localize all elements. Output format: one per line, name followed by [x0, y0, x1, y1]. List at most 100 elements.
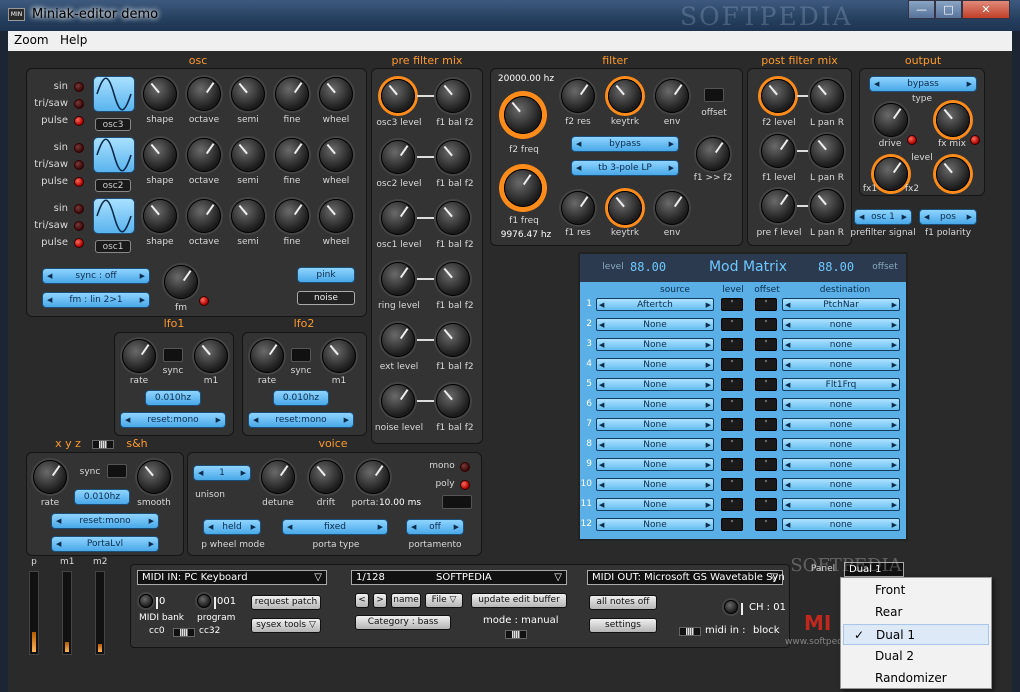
mod-row-3-source[interactable]: ◀ None ▶ [596, 338, 714, 351]
lfo2-reset-select[interactable]: ◀ reset:mono ▶ [248, 412, 354, 428]
fx-mix-knob[interactable] [936, 103, 970, 137]
menu-item-rear[interactable]: Rear [843, 602, 989, 623]
mod-row-1-offset[interactable]: ' [755, 298, 777, 311]
mod-row-8-destination[interactable]: ◀ none ▶ [782, 438, 900, 451]
mod-row-5-level[interactable]: ' [721, 378, 743, 391]
mod-row-10-offset[interactable]: ' [755, 478, 777, 491]
sh-rate-readout[interactable]: 0.010hz [74, 489, 130, 505]
mod-row-5-source[interactable]: ◀ None ▶ [596, 378, 714, 391]
close-button[interactable]: ✕ [962, 0, 1010, 19]
category-select[interactable]: Category : bass [355, 615, 451, 630]
osc1-shape-knob[interactable] [143, 199, 177, 233]
menu-item-dual-2[interactable]: Dual 2 [843, 646, 989, 667]
xyz-toggle[interactable] [92, 440, 114, 449]
pre-balance-3-knob[interactable] [436, 262, 470, 296]
midi-in-block-toggle[interactable] [679, 627, 701, 636]
mod-row-7-destination[interactable]: ◀ none ▶ [782, 418, 900, 431]
unison-select[interactable]: ◀ 1 ▶ [193, 465, 251, 481]
fm-knob[interactable] [164, 265, 198, 299]
mod-row-1-destination[interactable]: ◀ PtchNar ▶ [782, 298, 900, 311]
osc3-fine-knob[interactable] [275, 77, 309, 111]
f2-keytrk-knob[interactable] [608, 79, 642, 113]
fm-select[interactable]: ◀ fm : lin 2>1 ▶ [42, 292, 150, 308]
mod-row-5-offset[interactable]: ' [755, 378, 777, 391]
prev-patch-button[interactable]: < [355, 593, 369, 608]
pink-button[interactable]: pink [297, 267, 355, 283]
midi-in-select[interactable]: MIDI IN: PC Keyboard ▽ [137, 570, 327, 585]
all-notes-off-button[interactable]: all notes off [589, 595, 657, 610]
f1-freq-knob[interactable] [504, 169, 542, 207]
osc1-name[interactable]: osc1 [95, 240, 131, 253]
patch-select[interactable]: 1/128 SOFTPEDIA ▽ [351, 570, 567, 585]
osc3-wheel-knob[interactable] [319, 77, 353, 111]
name-button[interactable]: name [391, 593, 421, 608]
lfo1-reset-select[interactable]: ◀ reset:mono ▶ [120, 412, 226, 428]
mod-row-8-level[interactable]: ' [721, 438, 743, 451]
lfo1-sync-switch[interactable] [163, 348, 183, 362]
osc1-fine-knob[interactable] [275, 199, 309, 233]
maximize-button[interactable]: □ [935, 0, 962, 19]
osc2-level-knob[interactable] [381, 140, 415, 174]
osc2-octave-knob[interactable] [187, 138, 221, 172]
osc2-fine-knob[interactable] [275, 138, 309, 172]
osc2-name[interactable]: osc2 [95, 179, 131, 192]
fm-led[interactable] [199, 296, 209, 306]
mod-row-12-destination[interactable]: ◀ none ▶ [782, 518, 900, 531]
post-pan-1-knob[interactable] [810, 134, 844, 168]
p-slider[interactable] [29, 571, 39, 655]
mod-row-11-destination[interactable]: ◀ none ▶ [782, 498, 900, 511]
porta-knob[interactable] [356, 460, 390, 494]
pre-balance-0-knob[interactable] [436, 79, 470, 113]
prefilter-signal-select[interactable]: ◀ osc 1 ▶ [854, 209, 912, 225]
osc1-tri-saw-led[interactable] [74, 221, 84, 231]
mod-row-12-offset[interactable]: ' [755, 518, 777, 531]
cc-toggle[interactable] [173, 628, 195, 637]
sh-sync-switch[interactable] [107, 464, 127, 478]
minimize-button[interactable]: — [908, 0, 935, 19]
osc2-waveform-display[interactable] [93, 137, 135, 173]
sh-reset-select[interactable]: ◀ reset:mono ▶ [51, 513, 159, 529]
m2-slider[interactable] [95, 571, 105, 655]
mod-row-3-destination[interactable]: ◀ none ▶ [782, 338, 900, 351]
mod-row-1-level[interactable]: ' [721, 298, 743, 311]
mod-row-11-source[interactable]: ◀ None ▶ [596, 498, 714, 511]
mod-row-11-level[interactable]: ' [721, 498, 743, 511]
mod-row-3-offset[interactable]: ' [755, 338, 777, 351]
osc3-octave-knob[interactable] [187, 77, 221, 111]
lfo1-m1-knob[interactable] [194, 339, 228, 373]
osc1-waveform-display[interactable] [93, 198, 135, 234]
osc3-tri-saw-led[interactable] [74, 99, 84, 109]
f1-polarity-select[interactable]: ◀ pos ▶ [919, 209, 977, 225]
noise-level-knob[interactable] [381, 384, 415, 418]
menu-item-randomizer[interactable]: Randomizer [843, 668, 989, 689]
mod-row-4-offset[interactable]: ' [755, 358, 777, 371]
pwheel-select[interactable]: ◀ held ▶ [203, 519, 261, 535]
sh-porta-select[interactable]: ◀ PortaLvl ▶ [51, 536, 159, 552]
osc3-pulse-led[interactable] [74, 116, 84, 126]
next-patch-button[interactable]: > [373, 593, 387, 608]
request-patch-button[interactable]: request patch [251, 595, 321, 610]
lfo2-sync-switch[interactable] [291, 348, 311, 362]
ring-level-knob[interactable] [381, 262, 415, 296]
mod-row-4-destination[interactable]: ◀ none ▶ [782, 358, 900, 371]
mode-toggle[interactable] [505, 630, 527, 639]
fx2-knob[interactable] [936, 157, 970, 191]
settings-button[interactable]: settings [589, 618, 657, 633]
mod-row-4-level[interactable]: ' [721, 358, 743, 371]
osc2-tri-saw-led[interactable] [74, 160, 84, 170]
mod-row-12-level[interactable]: ' [721, 518, 743, 531]
mod-row-6-level[interactable]: ' [721, 398, 743, 411]
mod-row-12-source[interactable]: ◀ None ▶ [596, 518, 714, 531]
poly-led[interactable] [460, 480, 470, 490]
mod-row-10-destination[interactable]: ◀ none ▶ [782, 478, 900, 491]
lfo1-rate-readout[interactable]: 0.010hz [145, 390, 201, 406]
mod-row-2-destination[interactable]: ◀ none ▶ [782, 318, 900, 331]
filter-type-select[interactable]: ◀ tb 3-pole LP ▶ [571, 160, 679, 176]
menu-item-dual-1[interactable]: ✓ Dual 1 [843, 624, 989, 645]
mod-row-7-offset[interactable]: ' [755, 418, 777, 431]
drift-knob[interactable] [309, 460, 343, 494]
f1-level-knob[interactable] [761, 134, 795, 168]
offset-switch[interactable] [704, 88, 724, 102]
f1-env-knob[interactable] [655, 191, 689, 225]
mod-row-9-source[interactable]: ◀ None ▶ [596, 458, 714, 471]
